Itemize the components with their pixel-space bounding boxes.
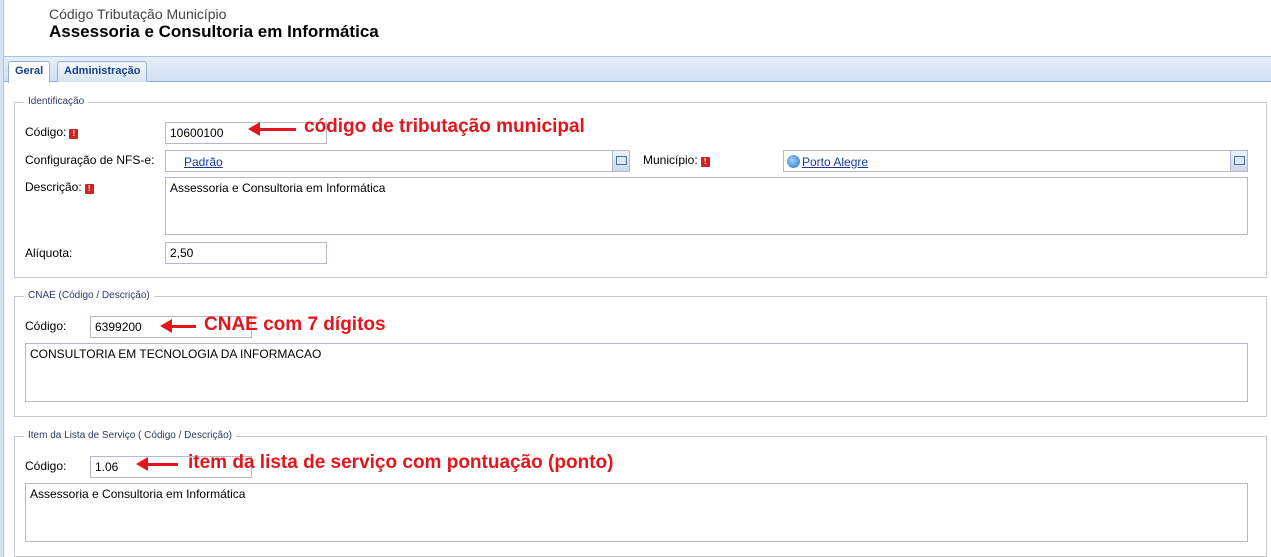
form-content: Identificação Código:! Configuração de N… [4, 83, 1271, 557]
descricao-textarea[interactable]: Assessoria e Consultoria em Informática [165, 177, 1248, 235]
municipio-label: Município:! [643, 153, 710, 167]
legend-cnae: CNAE (Código / Descrição) [24, 290, 154, 301]
annotation-arrow-item [136, 457, 178, 471]
descricao-label: Descrição:! [25, 180, 94, 194]
codigo-label: Código:! [25, 125, 79, 139]
annotation-arrow-codigo [248, 122, 296, 136]
page-header: Código Tributação Município Assessoria e… [4, 0, 1271, 57]
nfse-lookup-field[interactable]: Padrão [165, 150, 630, 172]
fieldset-identificacao: Identificação Código:! Configuração de N… [14, 96, 1267, 278]
annotation-item: item da lista de serviço com pontuação (… [188, 452, 614, 473]
tab-bar: Geral Administração [4, 57, 1271, 83]
tab-administracao[interactable]: Administração [57, 61, 148, 82]
legend-identificacao: Identificação [24, 96, 89, 107]
required-icon: ! [700, 157, 710, 167]
search-lookup-icon[interactable] [612, 151, 629, 171]
aliquota-input[interactable] [165, 242, 327, 264]
aliquota-label: Alíquota: [25, 246, 73, 260]
globe-icon [787, 155, 800, 168]
tab-geral[interactable]: Geral [8, 61, 51, 83]
search-lookup-icon[interactable] [1230, 151, 1247, 171]
fieldset-cnae: CNAE (Código / Descrição) Código: CONSUL… [14, 290, 1267, 417]
cnae-descricao-textarea[interactable]: CONSULTORIA EM TECNOLOGIA DA INFORMACAO [25, 343, 1248, 402]
required-icon: ! [69, 129, 79, 139]
page-title: Assessoria e Consultoria em Informática [49, 22, 379, 41]
item-descricao-textarea[interactable]: Assessoria e Consultoria em Informática [25, 483, 1248, 542]
municipio-link[interactable]: Porto Alegre [802, 155, 868, 169]
cnae-codigo-label: Código: [25, 319, 67, 333]
nfse-label: Configuração de NFS-e: [25, 153, 155, 167]
codigo-tributacao-input[interactable] [165, 122, 327, 144]
annotation-codigo: código de tributação municipal [304, 116, 585, 137]
page-subtitle: Código Tributação Município [49, 6, 227, 22]
annotation-cnae: CNAE com 7 dígitos [204, 314, 386, 335]
item-codigo-label: Código: [25, 459, 67, 473]
annotation-arrow-cnae [160, 319, 196, 333]
required-icon: ! [84, 184, 94, 194]
municipio-lookup-field[interactable]: Porto Alegre [783, 150, 1248, 172]
nfse-link[interactable]: Padrão [184, 155, 223, 169]
legend-item-lista: Item da Lista de Serviço ( Código / Desc… [24, 430, 236, 441]
